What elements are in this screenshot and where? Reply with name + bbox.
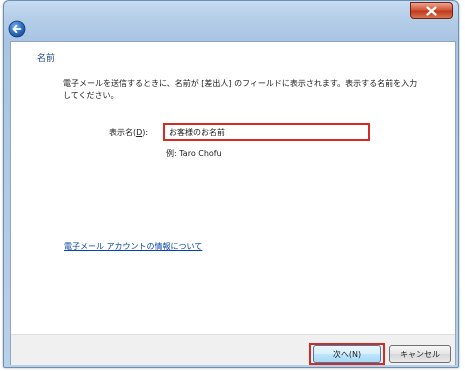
example-text: 例: Taro Chofu — [166, 149, 222, 158]
back-arrow-icon — [8, 20, 26, 38]
close-x-icon — [426, 5, 437, 16]
label-prefix: 表示名( — [109, 128, 137, 137]
button-bar: 次へ(N) キャンセル — [11, 334, 455, 365]
next-button[interactable]: 次へ(N) — [313, 345, 381, 363]
wizard-content: 名前 電子メールを送信するときに、名前が [差出人] のフィールドに表示されます… — [11, 42, 455, 334]
display-name-input[interactable] — [163, 123, 370, 141]
description-text: 電子メールを送信するときに、名前が [差出人] のフィールドに表示されます。表示… — [63, 79, 418, 100]
page-title: 名前 — [37, 54, 56, 64]
label-suffix: ): — [142, 128, 149, 137]
close-button[interactable] — [410, 2, 453, 19]
email-account-info-link[interactable]: 電子メール アカウントの情報について — [64, 241, 202, 252]
display-name-label: 表示名(D): — [109, 127, 148, 138]
cancel-button[interactable]: キャンセル — [389, 345, 451, 363]
back-button[interactable] — [8, 20, 26, 38]
wizard-client-area: 名前 電子メールを送信するときに、名前が [差出人] のフィールドに表示されます… — [10, 41, 456, 365]
wizard-window: 名前 電子メールを送信するときに、名前が [差出人] のフィールドに表示されます… — [3, 0, 459, 368]
